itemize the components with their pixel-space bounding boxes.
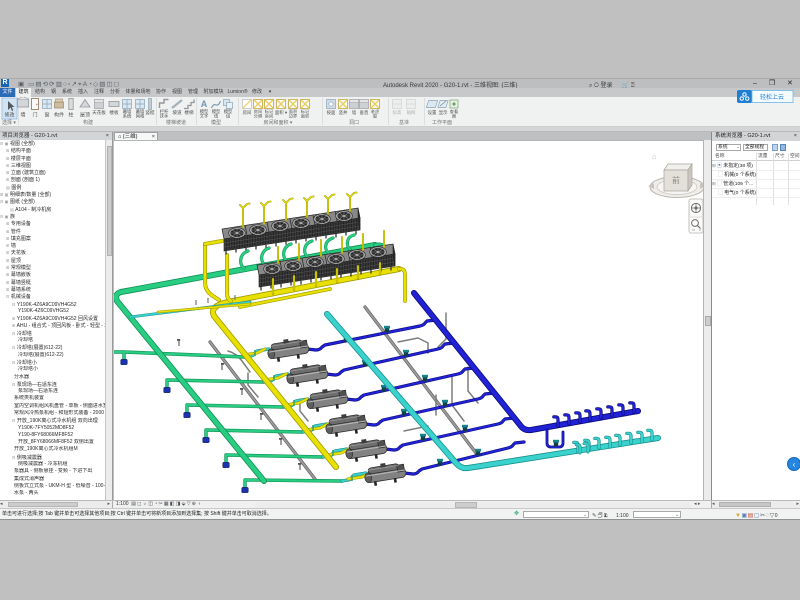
svg-text:房间: 房间 [265,113,273,120]
svg-text:显示: 显示 [439,110,448,115]
svg-text:标高: 标高 [393,109,402,116]
svg-text:分隔: 分隔 [254,113,262,120]
svg-text:选择 ▾: 选择 ▾ [2,119,16,126]
svg-text:窗: 窗 [373,113,377,120]
svg-text:系统: 系统 [123,113,132,120]
svg-text:按面: 按面 [327,109,336,116]
svg-text:屋顶: 屋顶 [80,113,90,119]
svg-text:A: A [201,99,208,109]
svg-text:模型: 模型 [211,119,221,126]
svg-text:垂直: 垂直 [360,109,369,115]
svg-text:设置: 设置 [428,109,437,116]
svg-text:组: 组 [226,113,231,119]
svg-text:房间和面积 ▾: 房间和面积 ▾ [264,119,293,126]
svg-text:竖梃: 竖梃 [145,109,155,116]
svg-text:柱: 柱 [68,112,73,119]
svg-text:扶手: 扶手 [160,113,169,120]
svg-text:基准: 基准 [399,119,409,126]
svg-text:前: 前 [672,175,680,185]
svg-text:⌂: ⌂ [652,154,656,161]
svg-text:门: 门 [32,112,37,119]
svg-text:文字: 文字 [200,113,209,120]
svg-text:楼梯: 楼梯 [184,109,194,116]
svg-text:修改: 修改 [4,112,14,119]
svg-text:构件: 构件 [54,112,64,119]
svg-text:墙: 墙 [20,112,25,119]
svg-text:工作平面: 工作平面 [432,119,452,126]
svg-text:网格: 网格 [136,113,145,120]
svg-text:器: 器 [452,114,457,120]
svg-text:房间: 房间 [243,109,252,116]
svg-text:构建: 构建 [83,119,93,126]
svg-text:面积: 面积 [301,113,309,120]
svg-text:天花板: 天花板 [92,109,106,116]
svg-text:竖井: 竖井 [339,109,348,116]
svg-text:面积 ▾: 面积 ▾ [275,109,287,116]
svg-text:楼板: 楼板 [109,109,119,116]
svg-text:楼梯坡道: 楼梯坡道 [166,119,186,126]
svg-text:墙: 墙 [352,109,357,116]
svg-text:边界: 边界 [289,113,298,120]
svg-text:洞口: 洞口 [349,119,359,126]
svg-text:轻松上云: 轻松上云 [760,93,784,101]
svg-text:线: 线 [214,113,219,119]
svg-text:轴网: 轴网 [407,109,416,116]
svg-text:窗: 窗 [44,112,49,119]
svg-text:坡道: 坡道 [172,109,182,116]
